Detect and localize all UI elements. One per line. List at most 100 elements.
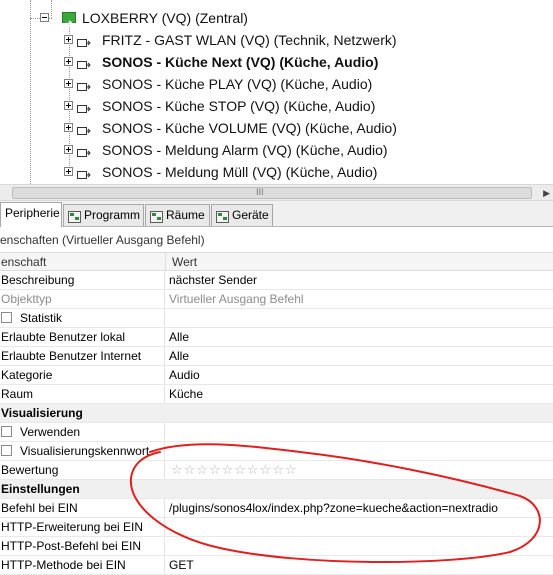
virtual-output-icon xyxy=(77,100,91,113)
checkbox[interactable] xyxy=(1,445,12,456)
property-row[interactable]: Erlaubte Benutzer lokal Alle xyxy=(0,328,553,347)
tree-guide-line xyxy=(51,0,52,18)
expand-icon[interactable] xyxy=(64,123,73,132)
horizontal-scrollbar[interactable]: III ▶ xyxy=(0,184,553,201)
tab-label: Programm xyxy=(84,208,141,222)
column-separator xyxy=(164,271,165,289)
column-separator xyxy=(164,461,165,479)
tab-raeume[interactable]: Räume xyxy=(145,204,210,226)
column-separator xyxy=(164,518,165,536)
property-row[interactable]: HTTP-Methode bei EIN GET xyxy=(0,556,553,575)
column-separator xyxy=(164,537,165,555)
property-row[interactable]: Kategorie Audio xyxy=(0,366,553,385)
property-row[interactable]: Visualisierungskennwort xyxy=(0,442,553,461)
tab-programm[interactable]: Programm xyxy=(63,204,144,226)
expand-icon[interactable] xyxy=(64,167,73,176)
property-row[interactable]: Bewertung ☆☆☆☆☆☆☆☆☆☆ xyxy=(0,461,553,480)
expand-icon[interactable] xyxy=(64,145,73,154)
property-value[interactable]: Virtueller Ausgang Befehl xyxy=(169,290,304,308)
rating-stars[interactable]: ☆☆☆☆☆☆☆☆☆☆ xyxy=(171,462,298,480)
checkbox[interactable] xyxy=(1,426,12,437)
tab-peripherie[interactable]: Peripherie xyxy=(0,202,62,227)
tab-label: Peripherie xyxy=(5,206,60,220)
property-value[interactable]: Küche xyxy=(169,385,203,403)
column-separator xyxy=(164,442,165,460)
controller-icon xyxy=(62,12,76,27)
column-separator xyxy=(164,385,165,403)
program-tab-icon xyxy=(68,209,81,223)
device-tree: LOXBERRY (VQ) (Zentral) FRITZ - GAST WLA… xyxy=(0,0,553,184)
property-grid-title: enschaften (Virtueller Ausgang Befehl) xyxy=(0,227,553,252)
expand-icon[interactable] xyxy=(64,79,73,88)
tab-bar: Peripherie Programm Räume Geräte xyxy=(0,201,553,227)
property-row[interactable]: HTTP-Erweiterung bei EIN xyxy=(0,518,553,537)
property-value[interactable]: Audio xyxy=(169,366,200,384)
tree-partial-row xyxy=(60,0,200,1)
tree-item-label: SONOS - Küche VOLUME (VQ) (Küche, Audio) xyxy=(102,120,397,136)
property-key: Beschreibung xyxy=(1,273,75,287)
column-header-key[interactable]: enschaft xyxy=(0,252,165,271)
tree-item-label: SONOS - Küche STOP (VQ) (Küche, Audio) xyxy=(102,98,376,114)
tab-label: Geräte xyxy=(232,208,269,222)
tree-item-label: SONOS - Meldung Alarm (VQ) (Küche, Audio… xyxy=(102,142,388,158)
property-value[interactable]: Alle xyxy=(169,347,189,365)
property-row[interactable]: HTTP-Post-Befehl bei EIN xyxy=(0,537,553,556)
property-key: Einstellungen xyxy=(1,482,80,496)
property-row[interactable]: Objekttyp Virtueller Ausgang Befehl xyxy=(0,290,553,309)
checkbox[interactable] xyxy=(1,312,12,323)
expand-icon[interactable] xyxy=(64,57,73,66)
property-key: Befehl bei EIN xyxy=(1,501,78,515)
column-header-value[interactable]: Wert xyxy=(165,252,553,271)
property-key: Objekttyp xyxy=(1,292,52,306)
expand-icon[interactable] xyxy=(64,101,73,110)
tree-item-label: SONOS - Meldung Müll (VQ) (Küche, Audio) xyxy=(102,164,378,180)
property-key: Visualisierung xyxy=(1,406,83,420)
property-key: Erlaubte Benutzer lokal xyxy=(1,330,126,344)
column-separator xyxy=(164,499,165,517)
property-row[interactable]: Beschreibung nächster Sender xyxy=(0,271,553,290)
property-key: Visualisierungskennwort xyxy=(20,444,150,458)
property-key: HTTP-Erweiterung bei EIN xyxy=(1,520,144,534)
virtual-output-icon xyxy=(77,166,91,179)
property-key: HTTP-Methode bei EIN xyxy=(1,558,126,572)
property-row[interactable]: Befehl bei EIN/plugins/sonos4lox/index.p… xyxy=(0,499,553,518)
column-separator xyxy=(164,366,165,384)
column-separator xyxy=(164,328,165,346)
expand-icon[interactable] xyxy=(64,35,73,44)
property-key: HTTP-Post-Befehl bei EIN xyxy=(1,539,142,553)
property-category-row[interactable]: Visualisierung xyxy=(0,404,553,423)
property-category-row[interactable]: Einstellungen xyxy=(0,480,553,499)
property-key: Verwenden xyxy=(20,425,81,439)
virtual-output-icon xyxy=(77,56,91,69)
virtual-output-icon xyxy=(77,34,91,47)
property-key: Kategorie xyxy=(1,368,53,382)
rooms-tab-icon xyxy=(150,209,163,223)
column-separator xyxy=(164,423,165,441)
property-key: Raum xyxy=(1,387,34,401)
tree-item-label: SONOS - Küche PLAY (VQ) (Küche, Audio) xyxy=(102,76,373,92)
virtual-output-icon xyxy=(77,144,91,157)
property-value[interactable]: Alle xyxy=(169,328,189,346)
property-value[interactable]: /plugins/sonos4lox/index.php?zone=kueche… xyxy=(169,499,498,517)
property-row[interactable]: Statistik xyxy=(0,309,553,328)
column-separator xyxy=(164,556,165,574)
scrollbar-grip: III xyxy=(256,187,264,197)
devices-tab-icon xyxy=(216,209,229,223)
property-key: Erlaubte Benutzer Internet xyxy=(1,349,142,363)
property-value[interactable]: GET xyxy=(169,556,194,574)
scroll-right-icon[interactable]: ▶ xyxy=(543,188,550,199)
column-separator xyxy=(164,290,165,308)
tree-guide-line xyxy=(30,0,31,184)
tab-geraete[interactable]: Geräte xyxy=(211,204,273,226)
scrollbar-thumb[interactable] xyxy=(12,187,532,199)
column-separator xyxy=(164,309,165,327)
property-key: Statistik xyxy=(20,311,63,325)
collapse-icon[interactable] xyxy=(40,13,49,22)
tab-label: Räume xyxy=(166,208,205,222)
property-row[interactable]: Erlaubte Benutzer Internet Alle xyxy=(0,347,553,366)
property-row[interactable]: Verwenden xyxy=(0,423,553,442)
column-separator xyxy=(164,347,165,365)
property-value[interactable]: nächster Sender xyxy=(169,271,257,289)
virtual-output-icon xyxy=(77,122,91,135)
property-row[interactable]: Raum Küche xyxy=(0,385,553,404)
